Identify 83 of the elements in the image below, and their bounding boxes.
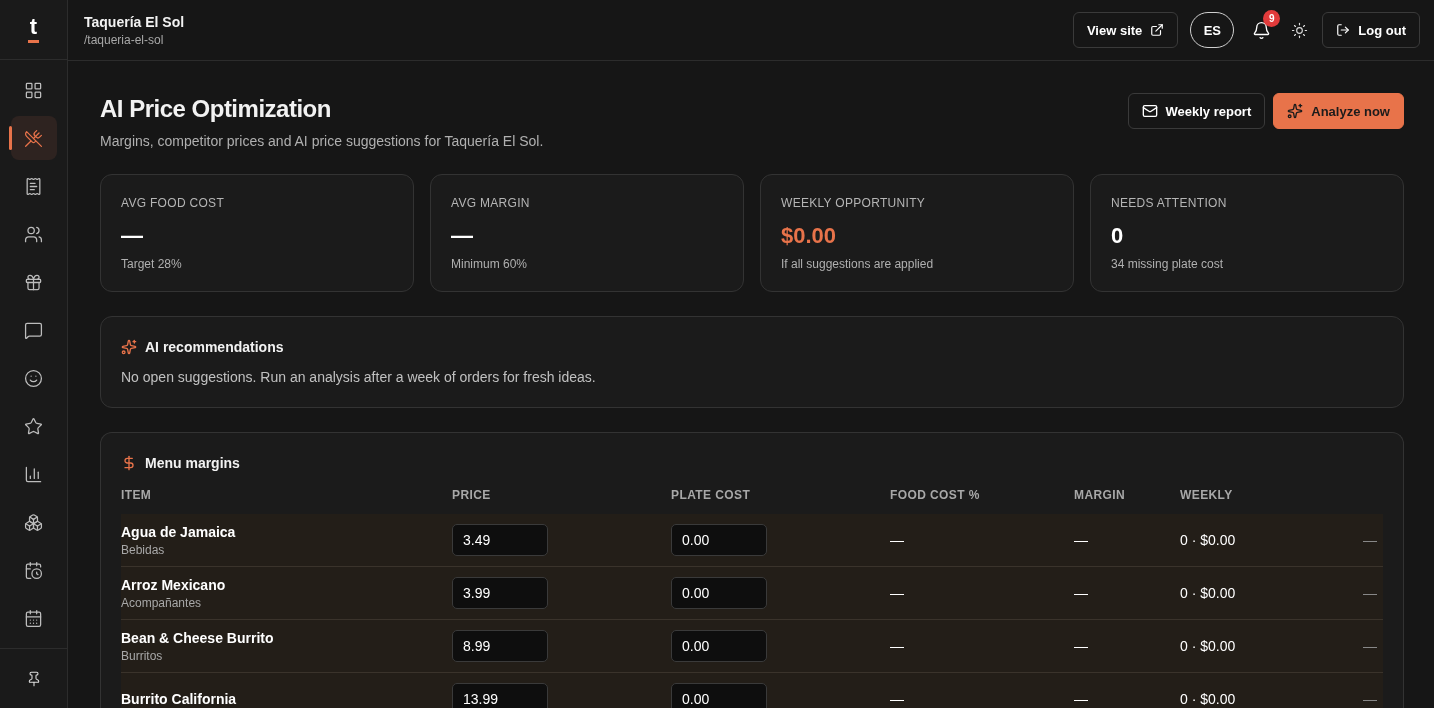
stat-label: WEEKLY OPPORTUNITY — [781, 196, 927, 210]
stat-label: NEEDS ATTENTION — [1111, 196, 1228, 210]
item-name: Agua de Jamaica — [121, 523, 237, 540]
column-header: PLATE COST — [671, 488, 752, 502]
stat-note: 34 missing plate cost — [1111, 257, 1225, 271]
analyze-button[interactable]: Analyze now — [1273, 93, 1404, 129]
item-name: Bean & Cheese Burrito — [121, 629, 275, 646]
card-title: Menu margins — [145, 455, 240, 471]
notification-count: 9 — [1263, 10, 1281, 27]
bell-icon — [1251, 20, 1271, 40]
bar-chart-icon — [24, 464, 43, 484]
item-category: Acompañantes — [121, 595, 203, 610]
table-cell: 0 · $0.00 — [1180, 532, 1236, 548]
calendar-clock-icon — [24, 560, 43, 580]
table-cell: — — [1363, 585, 1377, 601]
plate-cost-field[interactable]: 0.00 — [671, 577, 767, 609]
view-site-button[interactable]: View site — [1072, 12, 1179, 48]
sidebar-item[interactable] — [10, 116, 57, 160]
sparkles-icon — [1287, 103, 1304, 119]
logout-button[interactable]: Log out — [1322, 12, 1420, 48]
table-cell: — — [1074, 691, 1088, 707]
empty-message: No open suggestions. Run an analysis after a week of orders for fresh ideas. — [121, 369, 597, 385]
table-cell: 0 · $0.00 — [1180, 638, 1236, 654]
stat-note: Minimum 60% — [451, 257, 529, 271]
stat-note: Target 28% — [121, 257, 183, 271]
plate-cost-field[interactable]: 0.00 — [671, 524, 767, 556]
column-header: PRICE — [452, 488, 492, 502]
stat-value: 0 — [1111, 223, 1125, 249]
column-header: FOOD COST % — [890, 488, 981, 502]
logo: t — [27, 16, 40, 43]
table-cell: — — [890, 638, 904, 654]
price-field[interactable]: 3.49 — [452, 524, 548, 556]
table-cell: — — [1074, 638, 1088, 654]
price-field[interactable]: 13.99 — [452, 683, 548, 708]
item-name: Arroz Mexicano — [121, 576, 227, 593]
plate-cost-field[interactable]: 0.00 — [671, 683, 767, 708]
utensils-icon — [24, 128, 43, 148]
table-cell: — — [890, 585, 904, 601]
logout-icon — [1336, 23, 1351, 37]
gift-icon — [24, 272, 43, 292]
smile-icon — [24, 368, 43, 388]
sparkles-icon — [121, 339, 137, 355]
page-title: AI Price Optimization — [100, 95, 332, 123]
calendar-icon — [24, 608, 43, 628]
table-cell: — — [1363, 638, 1377, 654]
sun-icon — [1290, 21, 1308, 39]
receipt-icon — [24, 176, 43, 196]
stat-label: AVG FOOD COST — [121, 196, 226, 210]
restaurant-slug: /taqueria-el-sol — [84, 32, 165, 47]
table-cell: — — [1074, 532, 1088, 548]
dollar-icon — [121, 455, 137, 471]
item-category: Bebidas — [121, 542, 166, 557]
stat-value: — — [121, 223, 144, 249]
users-icon — [24, 224, 43, 244]
item-name: Burrito California — [121, 691, 238, 707]
boxes-icon — [24, 512, 43, 532]
table-cell: — — [890, 691, 904, 707]
column-header: WEEKLY — [1180, 488, 1234, 502]
stat-value: — — [451, 223, 474, 249]
report-button[interactable]: Weekly report — [1127, 93, 1266, 129]
table-cell: 0 · $0.00 — [1180, 691, 1236, 707]
column-header: MARGIN — [1074, 488, 1127, 502]
plate-cost-field[interactable]: 0.00 — [671, 630, 767, 662]
stat-label: AVG MARGIN — [451, 196, 531, 210]
price-field[interactable]: 8.99 — [452, 630, 548, 662]
table-cell: — — [1363, 532, 1377, 548]
table-cell: — — [1363, 691, 1377, 707]
column-header: ITEM — [121, 488, 153, 502]
external-link-icon — [1150, 23, 1165, 37]
table-cell: — — [1074, 585, 1088, 601]
grid-icon — [24, 80, 43, 100]
page-subtitle: Margins, competitor prices and AI price suggestions for Taquería El Sol. — [100, 133, 544, 149]
star-icon — [24, 416, 43, 436]
price-field[interactable]: 3.99 — [452, 577, 548, 609]
table-cell: — — [890, 532, 904, 548]
table-cell: 0 · $0.00 — [1180, 585, 1236, 601]
mail-icon — [1141, 103, 1158, 119]
card-title: AI recommendations — [145, 339, 284, 355]
item-category: Burritos — [121, 648, 164, 663]
stat-note: If all suggestions are applied — [781, 257, 935, 271]
chat-icon — [24, 320, 43, 340]
stat-value: $0.00 — [781, 223, 838, 249]
restaurant-name: Taquería El Sol — [84, 13, 185, 30]
